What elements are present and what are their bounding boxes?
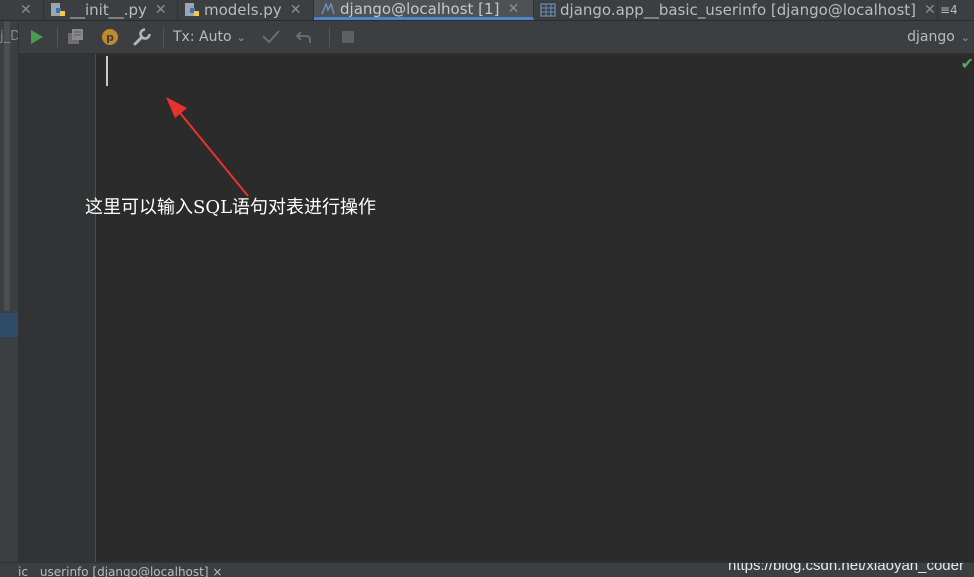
tab-list-icon[interactable]: ≡4 — [938, 0, 974, 20]
chevron-down-icon: ⌄ — [960, 30, 970, 44]
editor-tab-models-py[interactable]: models.py ✕ — [178, 0, 314, 20]
tab-label: django.app__basic_userinfo [django@local… — [560, 1, 917, 19]
console-toolbar: p Tx: Auto ⌄ django ⌄ — [19, 21, 974, 54]
left-tool-strip: j_D — [0, 21, 19, 576]
history-icon — [68, 29, 83, 44]
editor-tab-bar: ✕ __init__.py ✕ models.py ✕ django@local… — [0, 0, 974, 21]
svg-text:p: p — [106, 31, 114, 44]
stop-button[interactable] — [337, 27, 359, 47]
close-icon[interactable]: ✕ — [924, 2, 936, 18]
tool-strip-bar — [4, 21, 10, 311]
wrench-icon — [133, 28, 151, 46]
editor-tab-init-py[interactable]: __init__.py ✕ — [44, 0, 178, 20]
tab-label: django@localhost [1] — [340, 0, 500, 18]
bottom-tab-label[interactable]: __ic__userinfo [django@localhost] × — [6, 565, 222, 577]
watermark: https://blog.csdn.net/xiaoyan_coder — [728, 562, 964, 574]
close-icon[interactable]: ✕ — [20, 2, 32, 18]
annotation-text: 这里可以输入SQL语句对表进行操作 — [85, 197, 377, 218]
text-caret — [106, 56, 108, 86]
close-icon[interactable]: ✕ — [507, 1, 519, 17]
toolbar-separator — [329, 27, 330, 47]
truncated-panel-label: j_D — [0, 29, 18, 44]
python-file-icon — [51, 3, 65, 16]
toolbar-separator — [57, 27, 58, 47]
bottom-tool-strip: __ic__userinfo [django@localhost] × http… — [0, 562, 974, 577]
transaction-mode-dropdown[interactable]: Tx: Auto ⌄ — [173, 27, 246, 47]
console-icon — [321, 1, 335, 14]
schema-label: django — [907, 29, 955, 45]
chevron-down-icon: ⌄ — [236, 30, 246, 44]
close-icon[interactable]: ✕ — [290, 2, 302, 18]
run-icon — [31, 30, 43, 44]
tab-label: models.py — [204, 1, 282, 19]
table-icon — [540, 3, 556, 17]
selected-tool-indicator[interactable] — [0, 313, 18, 337]
parameters-button[interactable]: p — [99, 27, 121, 47]
history-button[interactable] — [65, 27, 87, 47]
rollback-icon — [296, 31, 311, 43]
editor-tab-django-console[interactable]: django@localhost [1] ✕ — [314, 0, 534, 20]
transaction-mode-label: Tx: Auto — [173, 29, 232, 45]
line-number-gutter — [19, 54, 96, 562]
commit-button[interactable] — [260, 27, 282, 47]
rollback-button[interactable] — [293, 27, 315, 47]
p-icon: p — [102, 29, 118, 45]
inspection-ok-icon: ✔ — [960, 54, 974, 73]
python-file-icon — [185, 3, 199, 16]
settings-button[interactable] — [131, 27, 153, 47]
commit-icon — [262, 30, 280, 44]
toolbar-separator — [163, 27, 164, 47]
execute-button[interactable] — [27, 27, 47, 47]
sql-console-editor[interactable]: ✔ 这里可以输入SQL语句对表进行操作 — [85, 54, 974, 562]
editor-tab-truncated[interactable]: ✕ — [0, 0, 44, 20]
annotation-arrow-icon — [166, 97, 249, 197]
editor-tab-userinfo-table[interactable]: django.app__basic_userinfo [django@local… — [534, 0, 938, 20]
stop-icon — [342, 31, 354, 43]
tab-label: __init__.py — [70, 1, 147, 19]
close-icon[interactable]: ✕ — [155, 2, 167, 18]
schema-selector[interactable]: django ⌄ — [907, 27, 970, 47]
